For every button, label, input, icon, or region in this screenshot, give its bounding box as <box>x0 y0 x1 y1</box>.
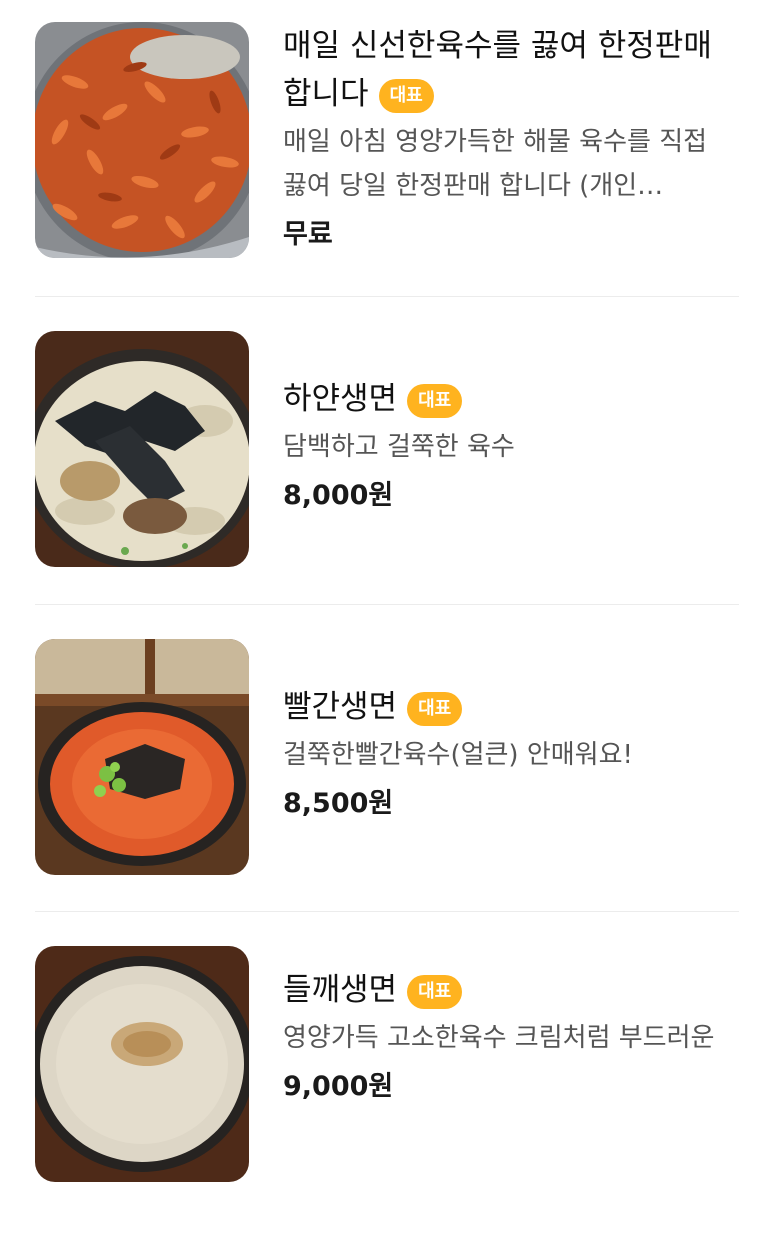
menu-item-description: 걸쭉한빨간육수(얼큰) 안매워요! <box>283 740 633 770</box>
signature-badge: 대표 <box>407 384 463 418</box>
menu-item-description: 담백하고 걸쭉한 육수 <box>283 432 515 462</box>
menu-item[interactable]: 들깨생면 대표 영양가득 고소한육수 크림처럼 부드러운 9,000원 <box>0 946 773 1236</box>
menu-item-title: 들깨생면 대표 <box>283 966 739 1014</box>
divider <box>35 296 739 297</box>
signature-badge: 대표 <box>378 79 434 113</box>
menu-list: 매일 신선한육수를 끓여 한정판매 합니다 대표 매일 아침 영양가득한 해물 육… <box>0 0 773 1202</box>
menu-item-title-text: 들깨생면 <box>283 972 398 1008</box>
menu-item-price: 8,000원 <box>283 480 394 511</box>
menu-item-title: 매일 신선한육수를 끓여 한정판매 합니다 대표 <box>283 22 739 118</box>
menu-item-description: 영양가득 고소한육수 크림처럼 부드러운 <box>283 1023 715 1053</box>
menu-item-title-text: 하얀생면 <box>283 381 398 417</box>
red-noodle-photo <box>35 639 249 875</box>
menu-item-title-text: 빨간생면 <box>283 689 398 725</box>
menu-item[interactable]: 하얀생면 대표 담백하고 걸쭉한 육수 8,000원 <box>0 331 773 621</box>
divider <box>35 911 739 912</box>
signature-badge: 대표 <box>407 975 463 1009</box>
menu-item-price: 9,000원 <box>283 1071 394 1102</box>
menu-item-title: 빨간생면 대표 <box>283 683 739 731</box>
menu-item[interactable]: 빨간생면 대표 걸쭉한빨간육수(얼큰) 안매워요! 8,500원 <box>0 639 773 929</box>
white-noodle-photo <box>35 331 249 567</box>
menu-item-price: 8,500원 <box>283 788 394 819</box>
menu-item[interactable]: 매일 신선한육수를 끓여 한정판매 합니다 대표 매일 아침 영양가득한 해물 육… <box>0 22 773 312</box>
shrimp-broth-photo <box>35 22 249 258</box>
menu-item-description: 매일 아침 영양가득한 해물 육수를 직접 끓여 당일 한정판매 합니다 (개인… <box>283 127 708 201</box>
signature-badge: 대표 <box>407 692 463 726</box>
menu-item-title-text: 매일 신선한육수를 끓여 한정판매 합니다 <box>283 28 712 112</box>
perilla-noodle-photo <box>35 946 249 1182</box>
menu-item-title: 하얀생면 대표 <box>283 375 739 423</box>
menu-item-price: 무료 <box>283 219 333 250</box>
divider <box>35 604 739 605</box>
